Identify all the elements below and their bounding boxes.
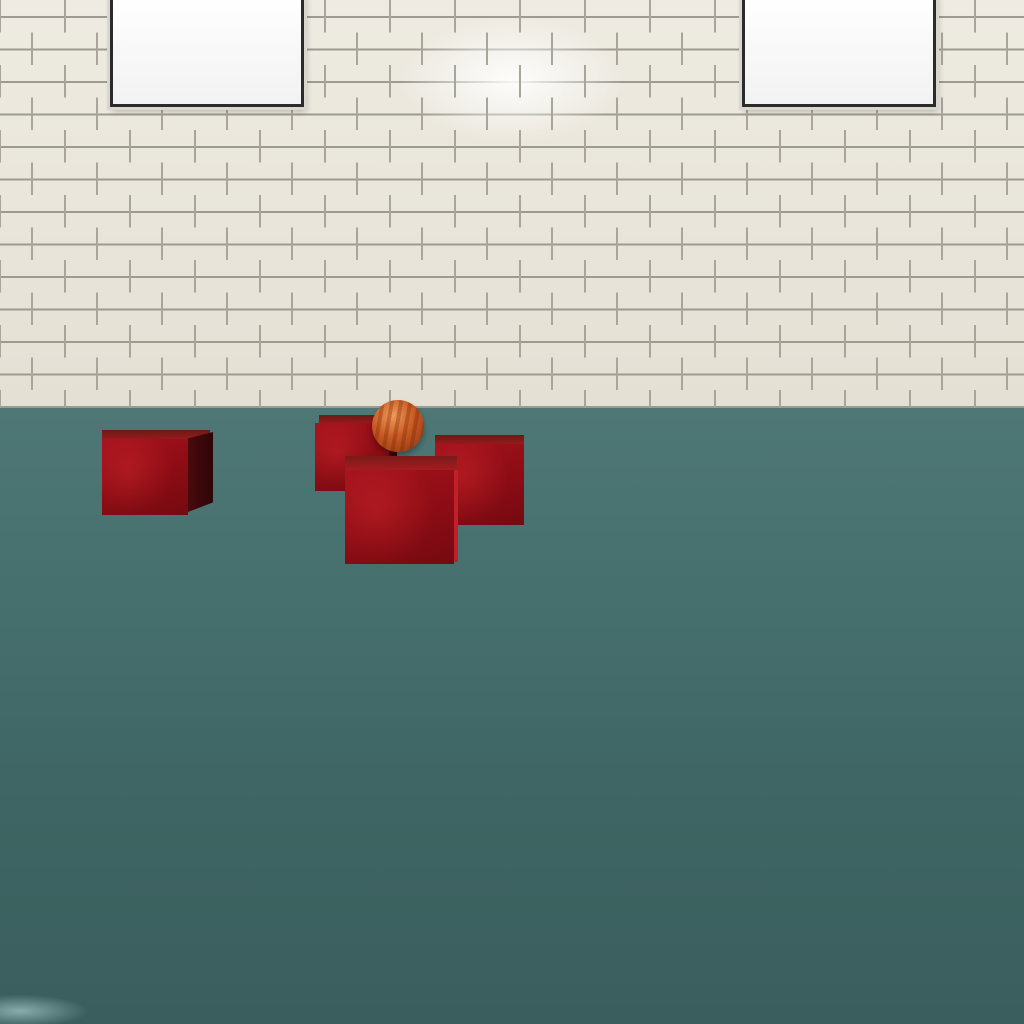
game-viewport[interactable] xyxy=(0,0,1024,1024)
cube-left xyxy=(100,430,214,516)
tiled-wall xyxy=(0,0,1024,408)
window-right xyxy=(742,0,936,107)
window-left xyxy=(110,0,304,107)
wooden-ball xyxy=(372,400,424,452)
cube-front-center xyxy=(345,456,459,566)
